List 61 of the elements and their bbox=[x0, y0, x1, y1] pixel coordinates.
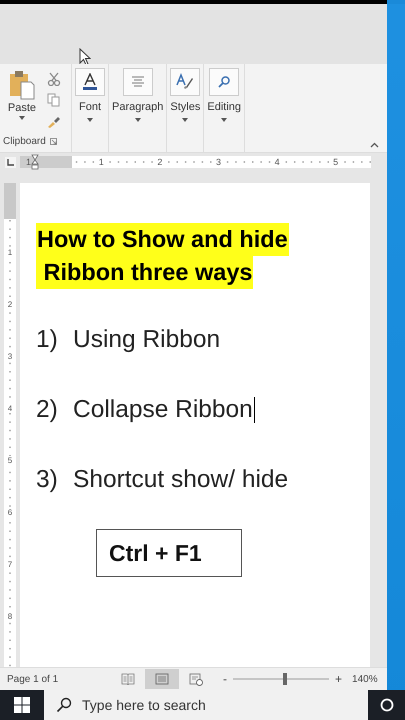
caret-icon bbox=[182, 118, 188, 122]
indent-marker-icon[interactable] bbox=[31, 154, 39, 170]
dialog-launcher-icon[interactable] bbox=[50, 138, 57, 144]
windows-logo-icon bbox=[14, 697, 30, 713]
font-color-icon bbox=[82, 73, 98, 91]
taskbar-search-field[interactable]: Type here to search bbox=[44, 690, 368, 720]
zoom-level[interactable]: 140% bbox=[352, 674, 378, 684]
search-icon bbox=[217, 75, 232, 89]
ribbon-group-button[interactable]: Font bbox=[75, 68, 105, 152]
ruler-number: 8 bbox=[8, 612, 12, 621]
highlighted-title: Ribbon three ways bbox=[36, 256, 254, 289]
caret-icon bbox=[19, 116, 25, 120]
ruler-number: 5 bbox=[331, 157, 340, 167]
copy-icon[interactable] bbox=[47, 93, 61, 107]
list-item-text: Collapse Ribbon bbox=[73, 396, 253, 424]
paste-button[interactable]: Paste bbox=[3, 70, 41, 133]
ruler-number: 4 bbox=[272, 157, 282, 167]
zoom-slider-thumb[interactable] bbox=[282, 673, 287, 685]
ribbon-group-button[interactable]: Paragraph bbox=[112, 68, 164, 152]
ruler-number: 1 bbox=[96, 157, 106, 167]
collapse-ribbon-icon[interactable] bbox=[370, 142, 379, 148]
tab-selector[interactable] bbox=[5, 156, 16, 168]
ruler-number: 2 bbox=[8, 300, 12, 309]
ruler-number: 2 bbox=[155, 157, 164, 167]
ruler-number: 6 bbox=[8, 508, 12, 517]
ruler-number: 1 bbox=[8, 248, 12, 257]
styles-icon bbox=[176, 73, 194, 91]
shortcut-text-box: Ctrl + F1 bbox=[96, 529, 242, 577]
page-count: Page 1 of 1 bbox=[7, 674, 60, 684]
ruler-number: 3 bbox=[8, 352, 12, 361]
search-icon bbox=[56, 697, 72, 713]
zoom-in-button[interactable]: + bbox=[335, 672, 342, 686]
ruler-number: 1 bbox=[24, 157, 34, 167]
list-number: 2) bbox=[36, 396, 59, 424]
left-tab-icon bbox=[7, 158, 14, 166]
web-layout-icon bbox=[189, 672, 203, 686]
align-center-icon bbox=[130, 76, 145, 88]
circle-icon bbox=[380, 698, 394, 712]
ruler-margin bbox=[4, 183, 16, 219]
scissors-icon[interactable] bbox=[47, 72, 61, 86]
view-button[interactable] bbox=[145, 669, 179, 689]
list-number: 1) bbox=[36, 326, 59, 354]
book-icon bbox=[121, 673, 135, 685]
brush-icon[interactable] bbox=[47, 114, 61, 128]
ruler-number: 5 bbox=[8, 456, 12, 465]
caret-icon bbox=[221, 118, 228, 122]
caret-icon bbox=[134, 118, 141, 122]
caret-icon bbox=[87, 118, 93, 122]
list-item-text: Shortcut show/ hide bbox=[73, 466, 288, 494]
ruler-number: 4 bbox=[8, 404, 12, 413]
page-layout-icon bbox=[155, 673, 169, 685]
list-item-text: Using Ribbon bbox=[73, 326, 220, 354]
group-label: Clipboard bbox=[3, 136, 46, 146]
ribbon-group-button[interactable]: Styles bbox=[170, 68, 200, 152]
zoom-out-button[interactable]: - bbox=[223, 672, 227, 686]
ruler-number: 7 bbox=[8, 560, 12, 569]
ruler-number: 3 bbox=[214, 157, 223, 167]
list-number: 3) bbox=[36, 466, 59, 494]
clipboard-icon bbox=[9, 70, 35, 100]
ribbon-group-button[interactable]: Editing bbox=[207, 68, 242, 152]
highlighted-title: How to Show and hide bbox=[36, 223, 289, 256]
